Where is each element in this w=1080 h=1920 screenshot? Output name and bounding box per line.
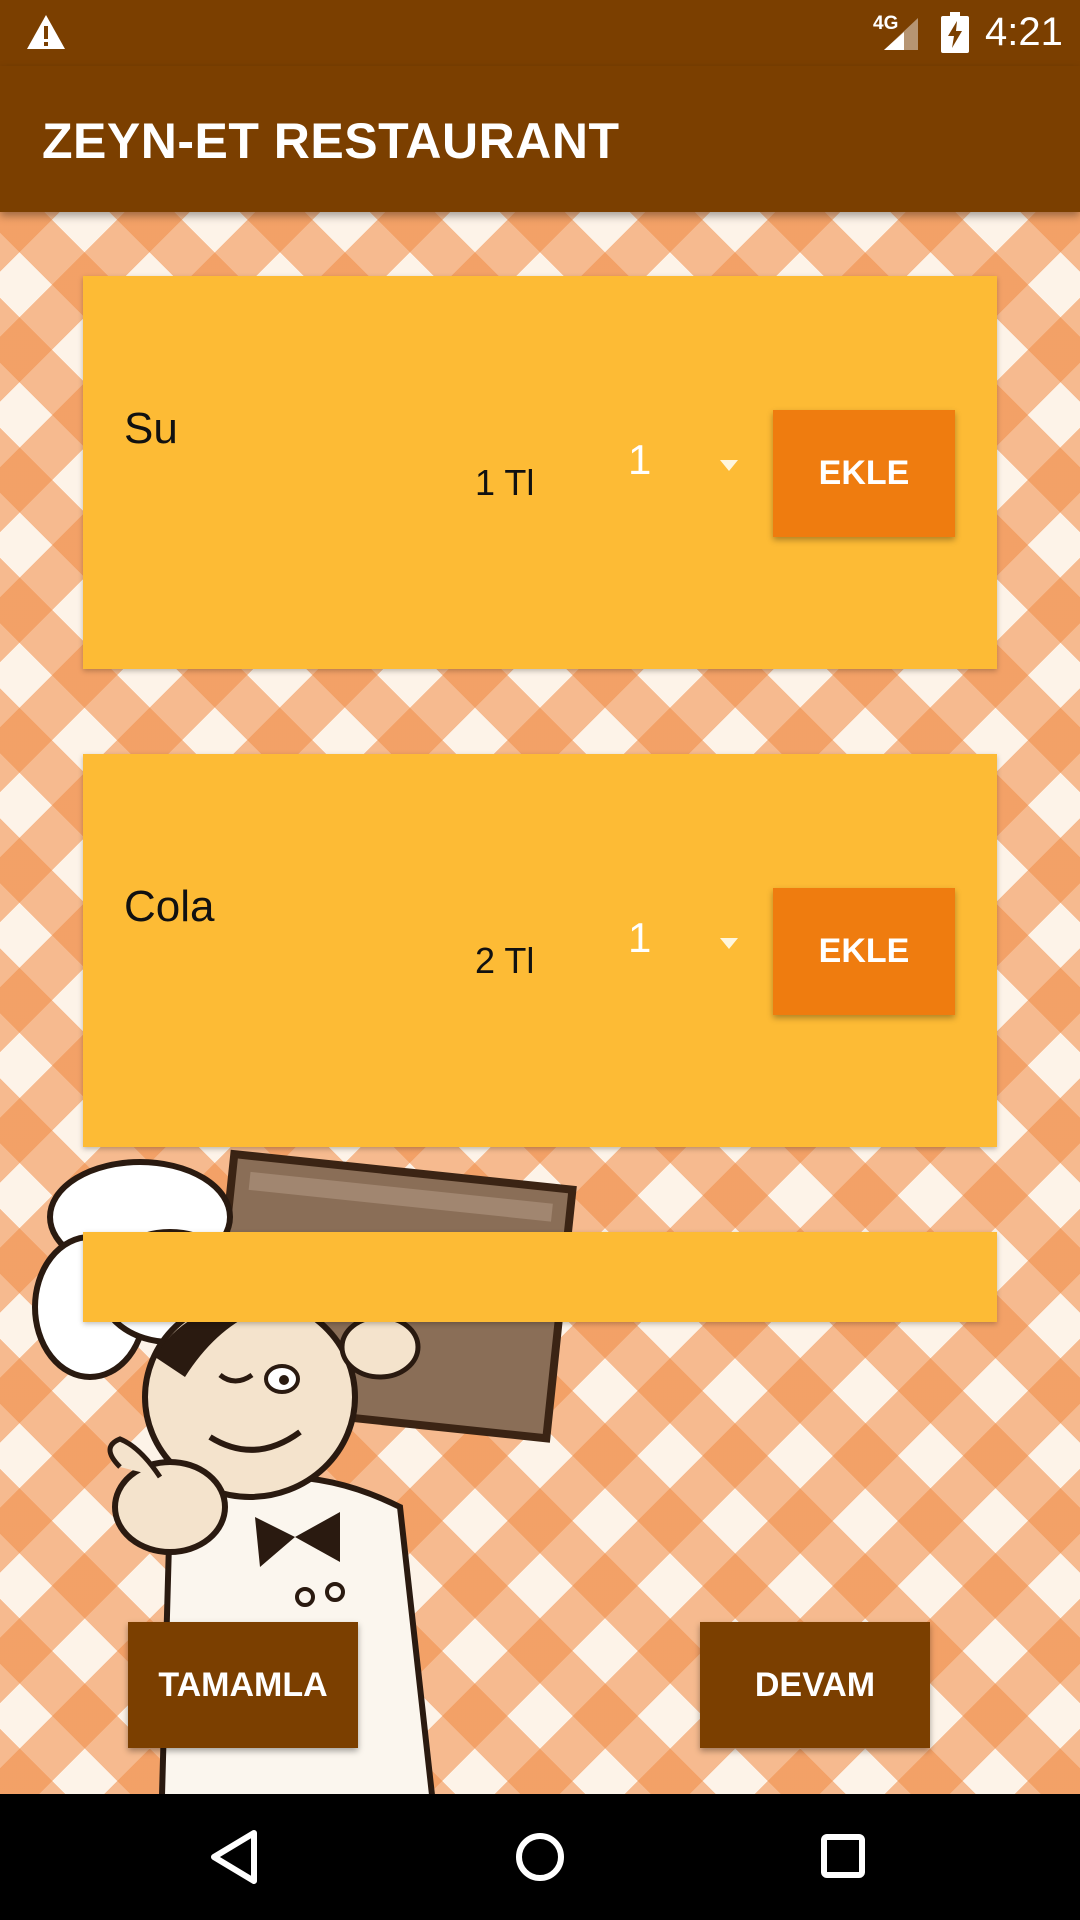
dropdown-arrow-icon <box>720 460 738 471</box>
quantity-value: 1 <box>628 914 652 961</box>
menu-item-card: Su 1 Tl 1 EKLE <box>83 276 997 669</box>
complete-order-button[interactable]: TAMAMLA <box>128 1622 358 1748</box>
status-clock: 4:21 <box>985 10 1063 54</box>
back-triangle-icon[interactable] <box>196 1817 276 1897</box>
home-circle-icon[interactable] <box>500 1817 580 1897</box>
dropdown-arrow-icon <box>720 938 738 949</box>
quantity-value: 1 <box>628 436 652 483</box>
quantity-dropdown[interactable]: 1 <box>628 914 768 974</box>
navigation-bar <box>0 1794 1080 1920</box>
screen: 4G 4:21 ZEYN-ET RESTAURANT Su 1 Tl 1 EKL… <box>0 0 1080 1920</box>
menu-item-card-partial <box>83 1232 997 1322</box>
status-bar: 4G 4:21 <box>0 0 1080 66</box>
warning-icon <box>27 15 65 49</box>
item-name: Cola <box>124 882 215 931</box>
battery-charging-icon <box>941 12 969 53</box>
item-name: Su <box>124 404 178 453</box>
add-button[interactable]: EKLE <box>773 410 955 537</box>
continue-button[interactable]: DEVAM <box>700 1622 930 1748</box>
cell-signal-icon <box>884 18 918 50</box>
menu-item-card: Cola 2 Tl 1 EKLE <box>83 754 997 1147</box>
add-button[interactable]: EKLE <box>773 888 955 1015</box>
recents-square-icon[interactable] <box>804 1817 884 1897</box>
app-bar: ZEYN-ET RESTAURANT <box>0 66 1080 212</box>
app-title: ZEYN-ET RESTAURANT <box>42 113 620 169</box>
menu-content[interactable]: Su 1 Tl 1 EKLE Cola 2 Tl 1 EKLE TAMAMLA … <box>0 212 1080 1794</box>
item-price: 1 Tl <box>475 462 535 503</box>
quantity-dropdown[interactable]: 1 <box>628 436 768 496</box>
item-price: 2 Tl <box>475 940 535 981</box>
